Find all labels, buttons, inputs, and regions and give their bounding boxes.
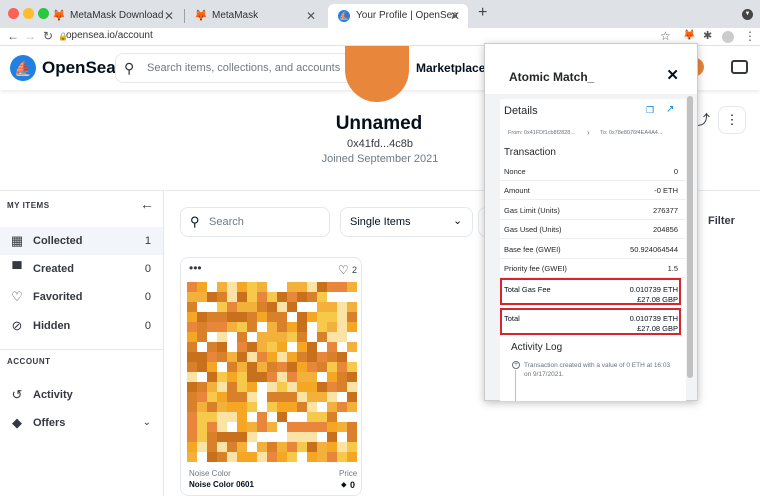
plus-circle-icon: +: [512, 361, 520, 369]
tx-row-gas-limit: Gas Limit (Units) 276377: [500, 200, 686, 220]
sidebar-item-activity[interactable]: ↺ Activity: [0, 381, 163, 409]
opensea-logo-icon[interactable]: ⛵: [10, 55, 36, 81]
sidebar-item-hidden[interactable]: ⊘ Hidden 0: [0, 312, 163, 340]
metamask-extension-icon[interactable]: 🦊: [683, 30, 695, 41]
search-icon: ⚲: [190, 214, 200, 229]
nav-marketplace[interactable]: Marketplace: [416, 61, 485, 75]
metamask-popup: Atomic Match_ ✕ Details ❐ ↗ From: 0x41FD…: [484, 43, 698, 401]
eye-off-icon: ⊘: [11, 318, 23, 333]
tx-row-priority-fee: Priority fee (GWEI) 1.5: [500, 258, 686, 278]
nft-name[interactable]: Noise Color 0601: [189, 480, 254, 489]
tag-icon: ◆: [12, 415, 22, 430]
tx-row-gas-used: Gas Used (Units) 204856: [500, 219, 686, 239]
url-field[interactable]: opensea.io/account: [66, 30, 153, 41]
sidebar-item-created[interactable]: ▀ Created 0: [0, 255, 163, 283]
back-arrow-icon[interactable]: ←: [7, 29, 19, 43]
metamask-fox-icon: 🦊: [52, 10, 66, 22]
tab-close-icon[interactable]: ✕: [450, 4, 460, 28]
brand-name[interactable]: OpenSea: [42, 58, 116, 78]
tab-close-icon[interactable]: ✕: [306, 4, 316, 28]
eth-icon: ⬥: [341, 480, 347, 489]
grid-icon: ▦: [10, 233, 24, 248]
heart-icon: ♡: [11, 289, 23, 304]
tab-metamask[interactable]: 🦊 MetaMask ✕: [184, 4, 324, 28]
extensions-puzzle-icon[interactable]: ✱: [703, 29, 712, 42]
sidebar-item-favorited[interactable]: ♡ Favorited 0: [0, 283, 163, 311]
share-icon[interactable]: ⤴: [696, 110, 710, 130]
collapse-sidebar-arrow-icon[interactable]: ←: [140, 196, 154, 212]
transaction-heading: Transaction: [504, 147, 556, 158]
search-icon: ⚲: [124, 60, 135, 76]
chevron-right-icon: ›: [587, 128, 590, 137]
tab-search-icon[interactable]: ▼: [742, 9, 753, 20]
more-horizontal-icon[interactable]: •••: [189, 261, 202, 275]
browser-tab-bar: 🦊 MetaMask Download ✕ 🦊 MetaMask ✕ ⛵ You…: [0, 0, 760, 28]
total-highlight: [500, 308, 681, 335]
items-search-input[interactable]: ⚲ Search: [180, 207, 330, 237]
bookmark-star-icon[interactable]: ☆: [660, 29, 671, 43]
paint-roller-icon: ▀: [12, 261, 22, 276]
profile-avatar: [345, 46, 409, 102]
window-minimize-button[interactable]: [23, 8, 34, 19]
sidebar-item-collected[interactable]: ▦ Collected 1: [0, 227, 163, 255]
tab-opensea-profile[interactable]: ⛵ Your Profile | OpenSea ✕: [328, 4, 468, 28]
details-heading: Details: [504, 105, 538, 117]
from-address: From: 0x41FDf1cb8f2828...: [508, 130, 575, 136]
filter-button[interactable]: Filter: [690, 207, 750, 237]
external-link-icon[interactable]: ↗: [666, 104, 674, 115]
profile-avatar-icon[interactable]: [722, 31, 734, 43]
heart-icon[interactable]: ♡: [338, 263, 349, 277]
total-gas-fee-highlight: [500, 278, 681, 305]
sidebar: MY ITEMS ← ▦ Collected 1 ▀ Created 0 ♡ F…: [0, 190, 164, 496]
close-icon[interactable]: ✕: [666, 66, 679, 84]
account-title: ACCOUNT: [7, 357, 51, 366]
chevron-down-icon: ⌄: [142, 417, 151, 428]
activity-log-entry: Transaction created with a value of 0 ET…: [524, 362, 671, 378]
metamask-fox-icon: 🦊: [194, 10, 208, 22]
forward-arrow-icon[interactable]: →: [24, 29, 36, 43]
new-tab-button[interactable]: +: [478, 4, 487, 22]
tx-row-nonce: Nonce 0: [500, 161, 686, 181]
nft-image[interactable]: [187, 282, 357, 462]
nft-price: 0: [350, 480, 356, 490]
nft-collection[interactable]: Noise Color: [189, 469, 231, 478]
tx-row-base-fee: Base fee (GWEI) 50.924064544: [500, 239, 686, 259]
opensea-favicon-icon: ⛵: [338, 10, 350, 22]
window-close-button[interactable]: [8, 8, 19, 19]
more-options-button[interactable]: ⋮: [718, 106, 746, 134]
tab-close-icon[interactable]: ✕: [164, 4, 174, 28]
tx-row-amount: Amount -0 ETH: [500, 180, 686, 200]
copy-icon[interactable]: ❐: [646, 105, 654, 116]
chevron-down-icon: ⌄: [453, 215, 463, 227]
sidebar-item-offers[interactable]: ◆ Offers ⌄: [0, 409, 163, 437]
menu-kebab-icon[interactable]: ⋮: [744, 29, 756, 43]
reload-icon[interactable]: ↻: [43, 29, 53, 43]
metamask-body: Details ❐ ↗ From: 0x41FDf1cb8f2828... › …: [500, 99, 686, 401]
items-type-select[interactable]: Single Items ⌄: [340, 207, 473, 237]
activity-log-heading: Activity Log: [511, 342, 563, 353]
metamask-title: Atomic Match_: [509, 70, 595, 84]
nft-card[interactable]: ••• ♡ 2 Noise Color Noise Color 0601 Pri…: [180, 257, 362, 496]
my-items-title: MY ITEMS: [7, 201, 50, 210]
to-address: To: 0x78e8076f4EA4A4...: [600, 130, 663, 136]
history-icon: ↺: [11, 387, 23, 402]
wallet-icon[interactable]: [731, 60, 748, 74]
tab-metamask-download[interactable]: 🦊 MetaMask Download ✕: [42, 4, 182, 28]
popup-scrollbar[interactable]: [687, 96, 693, 378]
